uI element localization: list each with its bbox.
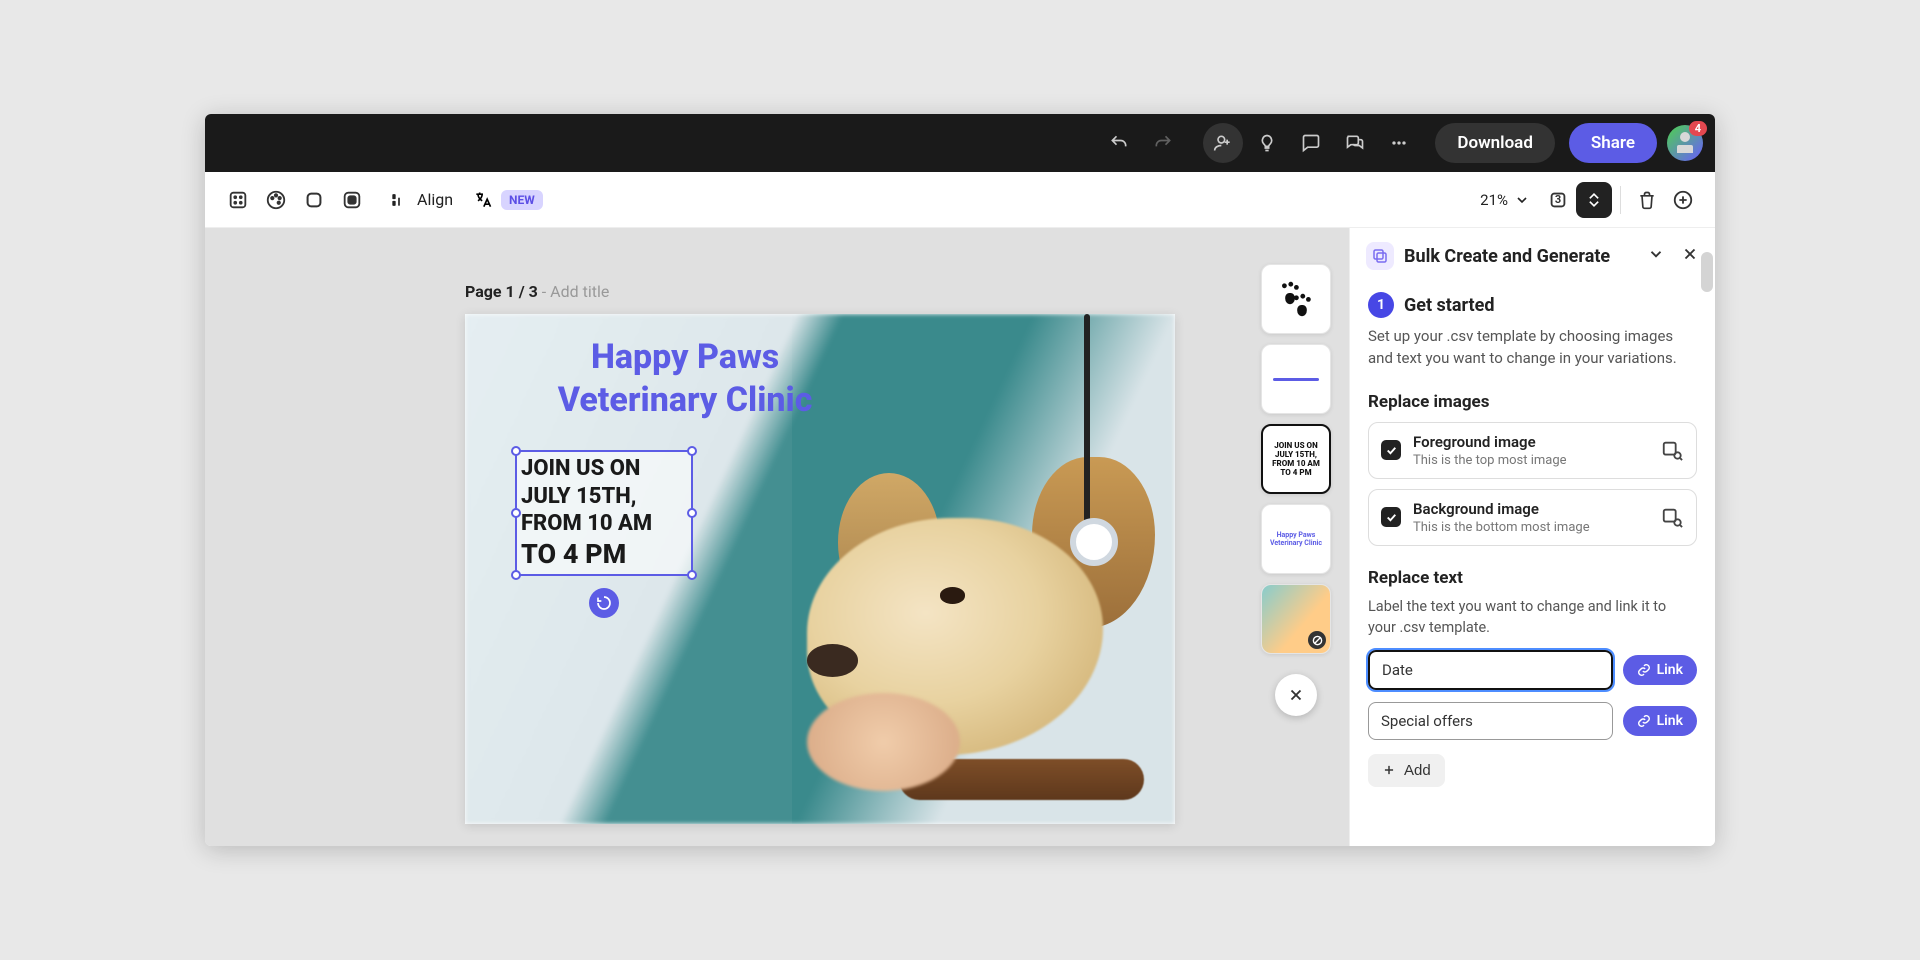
card-title: Foreground image: [1413, 433, 1648, 451]
scrollbar[interactable]: [1701, 252, 1713, 292]
align-label: Align: [417, 190, 453, 209]
page-count-value: 3: [1555, 193, 1561, 206]
selected-text-box[interactable]: JOIN US ON JULY 15TH, FROM 10 AM TO 4 PM: [515, 450, 693, 576]
panel-icon: [1366, 242, 1394, 270]
conversations-icon[interactable]: [1335, 123, 1375, 163]
canvas-area[interactable]: Page 1 / 3 - Add title Happy PawsVeterin…: [205, 228, 1349, 846]
avatar[interactable]: 4: [1667, 125, 1703, 161]
close-panel-icon[interactable]: [1681, 245, 1699, 267]
checkbox-background[interactable]: [1381, 507, 1401, 527]
canvas-title[interactable]: Happy PawsVeterinary Clinic: [493, 336, 876, 421]
more-icon[interactable]: [1379, 123, 1419, 163]
zoom-value: 21%: [1480, 191, 1508, 209]
replace-images-heading: Replace images: [1368, 392, 1697, 412]
link-button[interactable]: Link: [1623, 706, 1697, 736]
collapse-icon[interactable]: [1647, 245, 1665, 267]
text-field-date[interactable]: Date: [1368, 650, 1613, 690]
workspace: Page 1 / 3 - Add title Happy PawsVeterin…: [205, 228, 1715, 846]
zoom-selector[interactable]: 21%: [1480, 191, 1530, 209]
redo-icon[interactable]: [1143, 123, 1183, 163]
comment-icon[interactable]: [1291, 123, 1331, 163]
panel-title: Bulk Create and Generate: [1404, 246, 1637, 267]
add-label: Add: [1404, 762, 1431, 779]
app-window: Download Share 4 Align NEW 21% 3: [205, 114, 1715, 846]
locate-image-icon[interactable]: [1660, 438, 1684, 462]
resize-handle[interactable]: [511, 508, 521, 518]
checkbox-foreground[interactable]: [1381, 440, 1401, 460]
background-image-card[interactable]: Background image This is the bottom most…: [1368, 489, 1697, 546]
shape-outline-icon[interactable]: [295, 181, 333, 219]
layer-thumb-line[interactable]: [1261, 344, 1331, 414]
invite-icon[interactable]: [1203, 123, 1243, 163]
layer-strip: JOIN US ON JULY 15TH, FROM 10 AM TO 4 PM…: [1257, 264, 1335, 716]
new-badge: NEW: [501, 190, 543, 210]
download-button[interactable]: Download: [1435, 123, 1554, 163]
step-number: 1: [1368, 292, 1394, 318]
layer-thumb-text[interactable]: JOIN US ON JULY 15TH, FROM 10 AM TO 4 PM: [1261, 424, 1331, 494]
undo-icon[interactable]: [1099, 123, 1139, 163]
hint-icon[interactable]: [1247, 123, 1287, 163]
page-count-button[interactable]: 3: [1540, 182, 1576, 218]
link-label: Link: [1657, 662, 1683, 678]
shape-fill-icon[interactable]: [333, 181, 371, 219]
notification-badge: 4: [1689, 121, 1707, 136]
foreground-image-card[interactable]: Foreground image This is the top most im…: [1368, 422, 1697, 479]
page-indicator: Page 1 / 3: [465, 282, 538, 301]
page-title-placeholder[interactable]: Add title: [550, 282, 609, 301]
color-icon[interactable]: [257, 181, 295, 219]
resize-handle[interactable]: [687, 446, 697, 456]
translate-button[interactable]: NEW: [473, 190, 543, 210]
resize-handle[interactable]: [687, 508, 697, 518]
locate-image-icon[interactable]: [1660, 505, 1684, 529]
card-subtitle: This is the bottom most image: [1413, 520, 1648, 535]
topbar: Download Share 4: [205, 114, 1715, 172]
crop-icon[interactable]: [219, 181, 257, 219]
step-description: Set up your .csv template by choosing im…: [1368, 326, 1697, 370]
stethoscope: [1084, 314, 1090, 528]
link-button[interactable]: Link: [1623, 655, 1697, 685]
layer-thumb-title[interactable]: Happy PawsVeterinary Clinic: [1261, 504, 1331, 574]
text-field-special-offers[interactable]: Special offers: [1368, 702, 1613, 740]
layer-thumb-paws[interactable]: [1261, 264, 1331, 334]
bulk-create-panel: Bulk Create and Generate 1 Get started S…: [1349, 228, 1715, 846]
add-text-button[interactable]: Add: [1368, 754, 1445, 787]
replace-text-heading: Replace text: [1368, 568, 1697, 588]
card-subtitle: This is the top most image: [1413, 453, 1648, 468]
close-layers-icon[interactable]: [1275, 674, 1317, 716]
add-button[interactable]: [1665, 182, 1701, 218]
stethoscope-head: [1070, 518, 1118, 566]
delete-button[interactable]: [1629, 182, 1665, 218]
page-label[interactable]: Page 1 / 3 - Add title: [465, 282, 609, 301]
replace-text-description: Label the text you want to change and li…: [1368, 596, 1697, 638]
link-label: Link: [1657, 713, 1683, 729]
layers-toggle-button[interactable]: [1576, 182, 1612, 218]
toolbar: Align NEW 21% 3: [205, 172, 1715, 228]
card-title: Background image: [1413, 500, 1648, 518]
align-button[interactable]: Align: [389, 190, 453, 210]
step-title: Get started: [1404, 295, 1495, 316]
divider: [1620, 186, 1621, 214]
share-button[interactable]: Share: [1569, 123, 1657, 163]
canvas[interactable]: Happy PawsVeterinary Clinic JOIN US ON J…: [465, 314, 1175, 824]
resize-handle[interactable]: [511, 446, 521, 456]
layer-thumb-image[interactable]: [1261, 584, 1331, 654]
rotate-icon[interactable]: [589, 588, 619, 618]
